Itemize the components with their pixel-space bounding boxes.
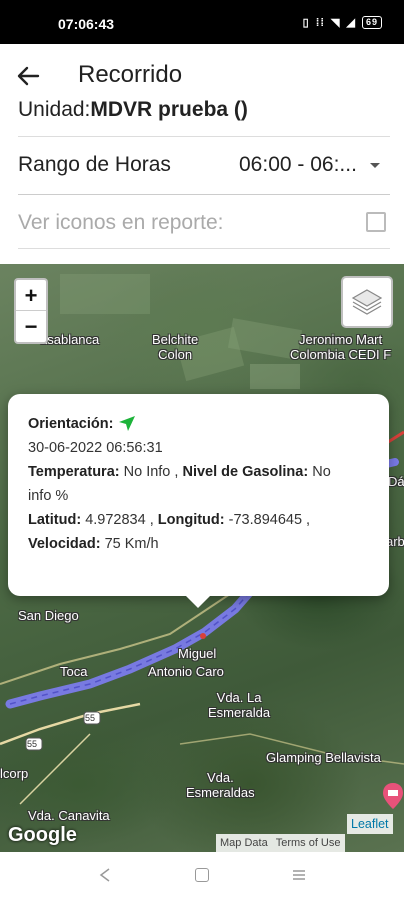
orientation-label: Orientación: <box>28 416 114 432</box>
unit-label: Unidad: <box>18 100 91 121</box>
report-form: Unidad:MDVR prueba () Rango de Horas 06:… <box>0 100 404 264</box>
speed-label: Velocidad: <box>28 536 101 552</box>
hour-range-value: 06:00 - 06:... <box>239 153 357 176</box>
hour-range-label: Rango de Horas <box>18 153 171 176</box>
back-arrow-icon[interactable] <box>12 60 44 92</box>
nav-recents-icon[interactable] <box>292 868 306 882</box>
place-label: asablanca <box>40 332 100 347</box>
unit-value: MDVR prueba () <box>90 100 248 121</box>
popup-tip <box>186 596 210 608</box>
wifi-icon: ◥ <box>331 17 341 29</box>
battery-icon: 69 <box>361 16 382 29</box>
map-attribution: Map Data Terms of Use <box>216 834 345 852</box>
leaflet-link[interactable]: Leaflet <box>347 814 393 834</box>
place-label: Toca <box>60 664 88 679</box>
status-icons: ▯ ⁞⁞ ◥ ◢ 69 <box>303 16 382 29</box>
zoom-in-button[interactable]: + <box>16 280 46 311</box>
orientation-arrow-icon <box>119 416 136 432</box>
zoom-out-button[interactable]: − <box>16 311 46 342</box>
route-map[interactable]: 55 55 asablanca Belchite Colon Jeronimo … <box>0 264 404 852</box>
page-title: Recorrido <box>78 61 183 88</box>
lat-value: 4.972834 <box>85 512 146 528</box>
place-label: Dá <box>388 474 404 489</box>
place-label: Vda. Canavita <box>28 808 110 823</box>
layers-button[interactable] <box>341 276 393 328</box>
place-label: Miguel <box>178 646 217 661</box>
place-label: Jeronimo Mart Colombia CEDI F <box>290 332 392 362</box>
signal-data-icon: ⁞⁞ <box>315 16 326 29</box>
temperature-value: No Info <box>123 464 171 480</box>
divider <box>18 248 390 249</box>
place-label: Belchite Colon <box>152 332 199 362</box>
road-badge: 55 <box>27 739 38 749</box>
place-label: Glamping Bellavista <box>266 750 381 765</box>
system-nav-bar <box>0 852 404 900</box>
lon-label: Longitud: <box>157 512 225 528</box>
terms-link[interactable]: Terms of Use <box>276 834 341 852</box>
orientation-row: Orientación: <box>28 412 369 436</box>
status-time: 07:06:43 <box>58 16 115 32</box>
place-label: San Diego <box>18 608 79 623</box>
road-badge: 55 <box>85 713 96 723</box>
show-icons-label: Ver iconos en reporte: <box>18 211 224 234</box>
layers-icon <box>351 289 383 315</box>
map-pin-icon[interactable] <box>382 782 404 810</box>
place-label: Vda. La Esmeralda <box>208 690 271 720</box>
dropdown-arrow-icon[interactable] <box>370 163 380 168</box>
show-icons-checkbox[interactable] <box>366 212 386 232</box>
divider <box>18 194 390 195</box>
show-icons-row: Ver iconos en reporte: <box>0 200 404 246</box>
fuel-value-cont: info % <box>28 488 69 504</box>
place-label: lcorp <box>0 766 29 781</box>
coords-row: Latitud: 4.972834 , Longitud: -73.894645… <box>28 512 311 528</box>
lon-value: -73.894645 <box>228 512 303 528</box>
app-bar: Recorrido <box>0 44 404 106</box>
temperature-label: Temperatura: <box>28 464 120 480</box>
google-logo: Google <box>8 824 77 846</box>
fuel-label: Nivel de Gasolina: <box>182 464 309 480</box>
speed-value: 75 Km/h <box>104 536 159 552</box>
zoom-control: + − <box>14 278 48 344</box>
popup-datetime: 30-06-2022 06:56:31 <box>28 440 163 456</box>
location-popup: Orientación: 30-06-2022 06:56:31 Tempera… <box>8 394 389 596</box>
status-bar: 07:06:43 ▯ ⁞⁞ ◥ ◢ 69 <box>0 0 404 44</box>
place-label: Vda. Esmeraldas <box>186 770 255 800</box>
hour-range-select[interactable]: Rango de Horas 06:00 - 06:... <box>0 137 404 193</box>
temperature-fuel-row: Temperatura: No Info , Nivel de Gasolina… <box>28 464 331 480</box>
unit-row: Unidad:MDVR prueba () <box>18 100 248 122</box>
nav-back-icon[interactable] <box>98 868 112 882</box>
nav-home-icon[interactable] <box>195 868 209 882</box>
lat-label: Latitud: <box>28 512 82 528</box>
map-data-link[interactable]: Map Data <box>220 834 268 852</box>
vibrate-icon: ▯ <box>302 17 310 29</box>
speed-row: Velocidad: 75 Km/h <box>28 532 369 556</box>
place-label: Antonio Caro <box>148 664 224 679</box>
cell-signal-icon: ◢ <box>346 17 356 29</box>
fuel-value: No <box>312 464 331 480</box>
